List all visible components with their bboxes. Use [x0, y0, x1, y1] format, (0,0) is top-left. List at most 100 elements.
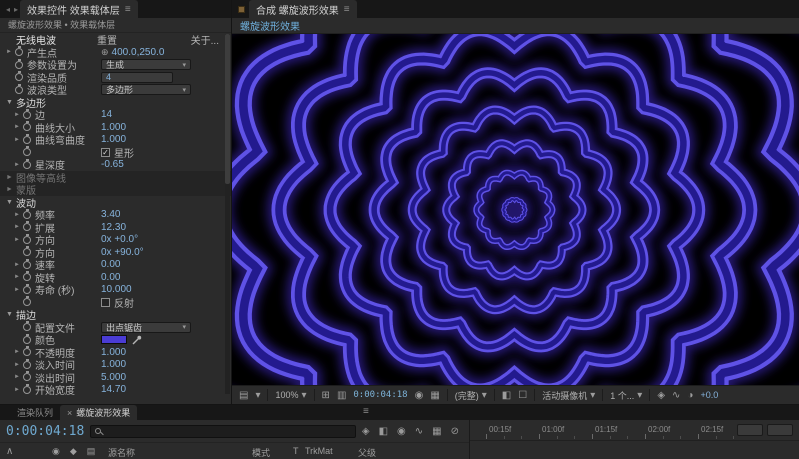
panel-chevron-right-icon[interactable]: ▸ [12, 5, 20, 14]
fast-previews-icon[interactable]: ∿ [672, 390, 680, 401]
camera-view-select[interactable]: 活动摄像机 ▾ [542, 389, 595, 402]
param-dropdown[interactable]: 生成▾ [101, 59, 191, 70]
param-value[interactable]: 5.000 [101, 372, 126, 383]
panel-menu-icon[interactable]: ≡ [363, 406, 369, 417]
stopwatch-icon[interactable] [23, 323, 31, 331]
expand-triangle-icon[interactable]: ► [14, 274, 23, 280]
param-value[interactable]: ⊕400.0,250.0 [101, 47, 164, 58]
param-value[interactable]: 12.30 [101, 222, 126, 233]
draft-3d-icon[interactable]: ◧ [379, 426, 388, 437]
stopwatch-icon[interactable] [15, 86, 23, 94]
resolution-select[interactable]: (完整) ▾ [455, 389, 487, 402]
region-of-interest-icon[interactable]: ☐ [518, 390, 527, 401]
param-value[interactable]: 3.40 [101, 209, 120, 220]
exposure-icon[interactable]: ◑ [687, 390, 693, 401]
param-dropdown[interactable]: 多边形▾ [101, 84, 191, 95]
eyedropper-icon[interactable] [132, 335, 142, 345]
expand-triangle-icon[interactable]: ► [14, 162, 23, 168]
time-ruler[interactable]: 00:15f01:00f01:15f02:00f02:15f [470, 420, 799, 441]
param-value[interactable]: 0x +0.0° [101, 234, 138, 245]
expand-triangle-icon[interactable]: ► [14, 212, 23, 218]
column-t[interactable]: T [293, 446, 299, 456]
audio-toggle-icon[interactable]: ◆ [70, 446, 77, 457]
param-value[interactable]: 1.000 [101, 134, 126, 145]
snapshot-icon[interactable]: ◉ [415, 390, 424, 401]
always-preview-icon[interactable]: ▤ [239, 390, 248, 401]
stopwatch-icon[interactable] [23, 136, 31, 144]
grid-guides-icon[interactable]: ⊞ [322, 390, 330, 401]
column-parent[interactable]: 父级 [358, 446, 376, 459]
color-swatch[interactable] [101, 335, 127, 344]
stopwatch-icon[interactable] [23, 298, 31, 306]
param-value[interactable]: 1.000 [101, 359, 126, 370]
shy-layers-icon[interactable]: ◉ [397, 426, 406, 437]
tab-effect-controls[interactable]: 效果控件 效果载体层 ≡ [20, 0, 138, 18]
param-value[interactable]: 0.00 [101, 259, 120, 270]
panel-menu-icon[interactable]: ≡ [344, 4, 350, 15]
expand-triangle-icon[interactable]: ► [14, 112, 23, 118]
stopwatch-icon[interactable] [23, 248, 31, 256]
tab-render-queue[interactable]: 渲染队列 [10, 405, 60, 420]
viewer-timecode[interactable]: 0:00:04:18 [353, 390, 407, 400]
stopwatch-icon[interactable] [15, 73, 23, 81]
stopwatch-icon[interactable] [23, 148, 31, 156]
param-dropdown[interactable]: 出点锯齿▾ [101, 322, 191, 333]
search-input[interactable] [105, 426, 351, 436]
tab-timeline-comp[interactable]: × 螺旋波形效果 [60, 405, 137, 420]
expand-triangle-icon[interactable]: ► [14, 237, 23, 243]
stopwatch-icon[interactable] [23, 111, 31, 119]
zoom-select[interactable]: 100% ▾ [275, 390, 306, 401]
stopwatch-icon[interactable] [23, 286, 31, 294]
stopwatch-icon[interactable] [23, 336, 31, 344]
disclosure-triangle-icon[interactable]: ▼ [6, 99, 16, 106]
graph-editor-icon[interactable]: ⊘ [451, 426, 459, 437]
param-value[interactable]: 10.000 [101, 284, 132, 295]
timeline-nav-button[interactable] [767, 424, 793, 436]
effects-scrollbar[interactable] [225, 34, 230, 394]
about-button[interactable]: 关于... [191, 32, 219, 47]
expand-triangle-icon[interactable]: ► [14, 387, 23, 393]
close-icon[interactable]: × [67, 408, 72, 418]
checkbox[interactable]: ✓ [101, 148, 110, 157]
stopwatch-icon[interactable] [23, 386, 31, 394]
expand-triangle-icon[interactable]: ► [14, 362, 23, 368]
stopwatch-icon[interactable] [23, 348, 31, 356]
frame-blend-icon[interactable]: ∿ [415, 426, 423, 437]
param-value[interactable]: 14.70 [101, 384, 126, 395]
stopwatch-icon[interactable] [23, 223, 31, 231]
column-mode[interactable]: 模式 [252, 446, 270, 459]
caret-down-icon[interactable]: ▾ [255, 390, 260, 401]
timeline-search[interactable] [90, 425, 356, 438]
stopwatch-icon[interactable] [23, 261, 31, 269]
show-snapshot-icon[interactable]: ▦ [430, 390, 439, 401]
composition-viewport[interactable] [232, 34, 799, 385]
reset-button[interactable]: 重置 [97, 32, 117, 47]
timeline-nav-button[interactable] [737, 424, 763, 436]
param-value[interactable]: 1.000 [101, 122, 126, 133]
timeline-ruler-area[interactable]: 00:15f01:00f01:15f02:00f02:15f [470, 420, 799, 459]
effects-scrollbar-thumb[interactable] [225, 34, 230, 184]
effect-name[interactable]: 无线电波 [16, 32, 97, 47]
stopwatch-icon[interactable] [23, 273, 31, 281]
expand-triangle-icon[interactable]: ► [14, 287, 23, 293]
pixel-aspect-icon[interactable]: ▥ [337, 390, 346, 401]
tab-composition[interactable]: 合成 螺旋波形效果 ≡ [249, 0, 357, 18]
param-value[interactable]: 14 [101, 109, 112, 120]
mini-flowchart-icon[interactable]: ◈ [657, 390, 665, 401]
disclosure-triangle-icon[interactable]: ► [6, 174, 16, 181]
disclosure-triangle-icon[interactable]: ▼ [6, 199, 16, 206]
label-column-icon[interactable]: ▤ [87, 446, 96, 457]
param-value[interactable]: -0.65 [101, 159, 124, 170]
current-time-display[interactable]: 0:00:04:18 [6, 424, 84, 439]
checkbox[interactable] [101, 298, 110, 307]
expand-triangle-icon[interactable]: ► [14, 349, 23, 355]
column-trkmat[interactable]: TrkMat [305, 446, 333, 456]
expand-triangle-icon[interactable]: ► [6, 49, 15, 55]
stopwatch-icon[interactable] [23, 361, 31, 369]
exposure-value[interactable]: +0.0 [700, 390, 718, 400]
stopwatch-icon[interactable] [15, 61, 23, 69]
column-source-name[interactable]: 源名称 [108, 446, 135, 459]
motion-blur-icon[interactable]: ▦ [432, 426, 441, 437]
param-value[interactable]: 1.000 [101, 347, 126, 358]
expand-triangle-icon[interactable]: ► [14, 124, 23, 130]
